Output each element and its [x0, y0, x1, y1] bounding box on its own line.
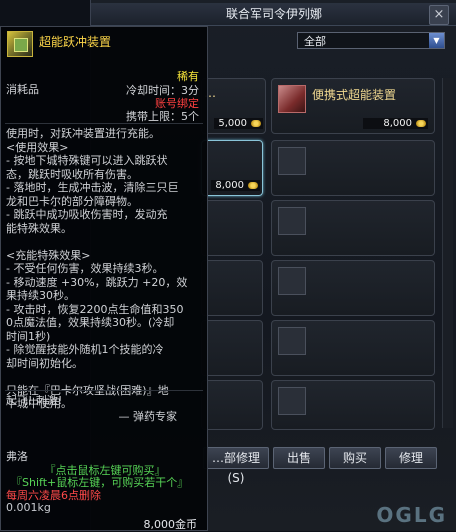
empty-slot-icon [278, 387, 306, 415]
divider [5, 390, 203, 391]
empty-slot-icon [278, 147, 306, 175]
buy-button[interactable]: 购买 [329, 447, 381, 469]
shop-item-slot-selected[interactable]: 8,000 [201, 140, 263, 196]
repair-all-button[interactable]: …部修理 (S) [203, 447, 269, 485]
item-weight: 0.001kg [6, 501, 51, 514]
divider [5, 123, 203, 124]
shop-item-slot-empty[interactable] [201, 380, 263, 430]
shop-item-name: 便携式超能装置 [312, 88, 397, 102]
shop-item-price: 5,000 [214, 118, 263, 129]
gold-coin-icon [248, 182, 258, 189]
shop-item-slot[interactable]: … 5,000 [201, 78, 266, 134]
price-value: 5,000 [218, 118, 247, 129]
window-title: 联合军司令伊列娜 [91, 3, 456, 26]
item-tooltip: 超能跃冲装置 稀有 消耗品 冷却时间：3分 账号绑定 携带上限：5个 使用时，对… [0, 26, 208, 531]
shop-item-slot-empty[interactable] [271, 320, 435, 376]
item-stack-limit: 携带上限：5个 [126, 110, 199, 123]
shop-item-slot-empty[interactable] [271, 380, 435, 430]
category-selected: 全部 [304, 35, 326, 48]
portable-device-icon [278, 85, 306, 113]
chevron-down-icon[interactable]: ▼ [429, 33, 444, 48]
shop-item-slot-empty[interactable] [271, 200, 435, 256]
shop-item-slot-empty[interactable] [201, 200, 263, 256]
item-price: 8,000金币 [143, 518, 198, 531]
shop-item-slot-empty[interactable] [271, 140, 435, 196]
empty-slot-icon [278, 207, 306, 235]
gold-coin-icon [416, 120, 426, 127]
shop-item-slot-empty[interactable] [271, 260, 435, 316]
flavor-author: — 弹药专家 [118, 410, 178, 423]
shop-item-price: 8,000 [363, 118, 428, 129]
shop-item-slot-empty[interactable] [201, 320, 263, 376]
item-description: 使用时，对跃冲装置进行充能。 <使用效果> - 按地下城特殊键可以进入跳跃状 态… [6, 127, 188, 410]
price-value: 8,000 [215, 180, 244, 191]
category-dropdown[interactable]: 全部 ▼ [297, 32, 445, 49]
close-button[interactable]: × [429, 5, 449, 25]
watermark-logo: OGLG [376, 503, 447, 527]
flavor-text-line1: 起飞! 刺激! [6, 394, 63, 407]
empty-slot-icon [278, 327, 306, 355]
empty-slot-icon [278, 267, 306, 295]
price-value: 8,000 [383, 118, 412, 129]
sell-button[interactable]: 出售 [273, 447, 325, 469]
shop-item-slot[interactable]: 便携式超能装置 8,000 [271, 78, 435, 134]
shop-item-price: 8,000 [211, 180, 260, 191]
item-name: 超能跃冲装置 [39, 35, 112, 49]
shop-item-slot-empty[interactable] [201, 260, 263, 316]
repair-button[interactable]: 修理 [385, 447, 437, 469]
scrollbar[interactable] [442, 78, 453, 428]
jump-device-icon [7, 31, 33, 57]
item-type: 消耗品 [6, 83, 39, 96]
gold-coin-icon [251, 120, 261, 127]
